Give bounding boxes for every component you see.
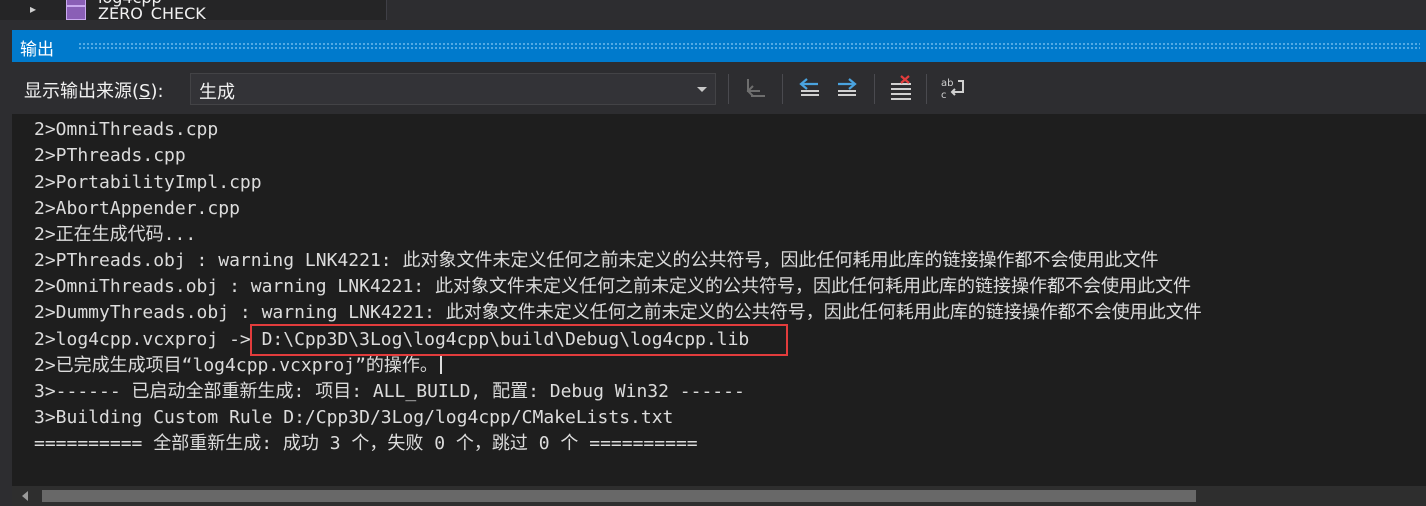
output-toolbar: 显示输出来源(S): 生成 ab c	[12, 62, 1426, 114]
output-line-warning: 2>DummyThreads.obj : warning LNK4221: 此对…	[34, 302, 1202, 323]
output-line: 2>正在生成代码...	[34, 224, 197, 245]
toolbar-separator	[782, 74, 783, 104]
output-line: 3>------ 已启动全部重新生成: 项目: ALL_BUILD, 配置: D…	[34, 381, 745, 402]
output-source-dropdown[interactable]: 生成	[190, 73, 716, 105]
horizontal-scrollbar[interactable]	[12, 486, 1426, 506]
clear-all-icon	[891, 75, 911, 100]
svg-text:ab: ab	[941, 78, 953, 89]
output-line: 2>OmniThreads.cpp	[34, 119, 219, 140]
clear-all-button[interactable]	[888, 75, 914, 101]
output-line: 2>AbortAppender.cpp	[34, 198, 240, 219]
highlight-annotation-box	[250, 324, 788, 356]
output-source-label: 显示输出来源(S):	[24, 81, 164, 102]
output-line-warning: 2>OmniThreads.obj : warning LNK4221: 此对象…	[34, 276, 1191, 297]
text-caret	[439, 354, 442, 374]
expand-arrow-icon[interactable]: ▸	[30, 2, 36, 16]
toolbar-separator	[874, 74, 875, 104]
tree-item-zero-check[interactable]: ZERO_CHECK	[98, 4, 206, 20]
output-text-area[interactable]: 2>OmniThreads.cpp 2>PThreads.cpp 2>Porta…	[12, 114, 1426, 486]
output-title: 输出	[20, 40, 54, 60]
title-bar-grip[interactable]	[78, 42, 1420, 50]
output-title-bar[interactable]: 输出	[12, 30, 1426, 62]
output-line-warning: 2>PThreads.obj : warning LNK4221: 此对象文件未…	[34, 250, 1159, 271]
output-line-summary: ========== 全部重新生成: 成功 3 个，失败 0 个，跳过 0 个 …	[34, 433, 698, 454]
toolbar-separator	[926, 74, 927, 104]
scroll-left-arrow-icon[interactable]	[22, 491, 28, 501]
toolbar-separator	[728, 74, 729, 104]
find-message-in-code-button[interactable]	[742, 75, 768, 101]
chevron-down-icon	[697, 87, 707, 92]
previous-message-button[interactable]	[796, 75, 822, 101]
output-line: 2>PortabilityImpl.cpp	[34, 172, 262, 193]
output-line-text: 2>已完成生成项目“log4cpp.vcxproj”的操作。	[34, 355, 438, 376]
toggle-word-wrap-icon: ab c	[941, 78, 964, 101]
solution-tree: log4cpp ▸ ZERO_CHECK	[0, 0, 387, 20]
svg-text:c: c	[941, 90, 947, 101]
output-line: 2>PThreads.cpp	[34, 145, 186, 166]
output-line: 3>Building Custom Rule D:/Cpp3D/3Log/log…	[34, 407, 674, 428]
solution-explorer-remnant: log4cpp ▸ ZERO_CHECK	[0, 0, 1426, 22]
scrollbar-thumb[interactable]	[42, 490, 1196, 502]
output-source-value: 生成	[199, 82, 235, 103]
output-line: 2>已完成生成项目“log4cpp.vcxproj”的操作。	[34, 353, 442, 379]
go-to-next-message-icon	[838, 78, 857, 96]
find-message-in-code-icon	[746, 79, 765, 97]
toggle-word-wrap-button[interactable]: ab c	[940, 75, 966, 101]
next-message-button[interactable]	[834, 75, 860, 101]
go-to-previous-message-icon	[799, 78, 819, 96]
project-icon	[66, 6, 86, 20]
